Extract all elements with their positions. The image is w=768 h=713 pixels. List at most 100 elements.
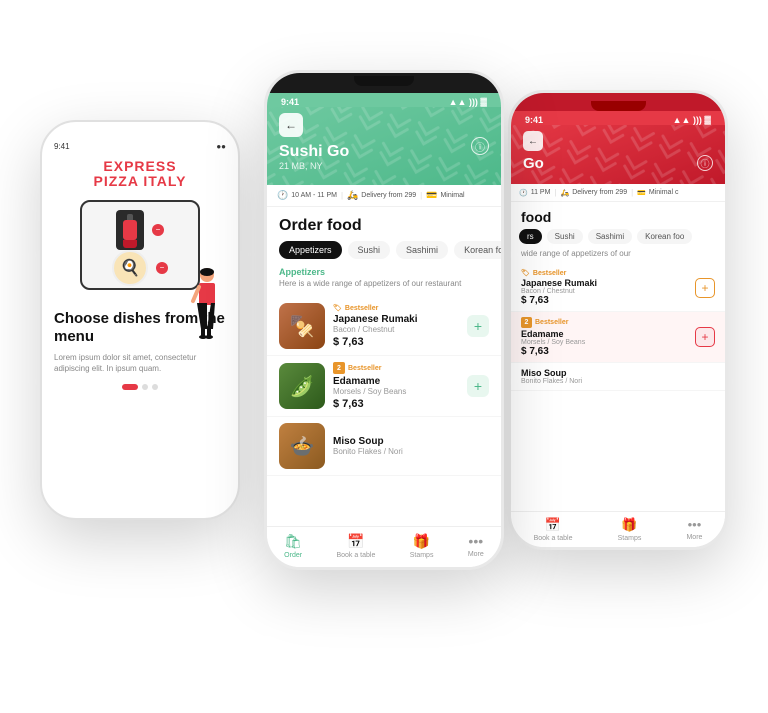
dot-3[interactable] <box>152 384 158 390</box>
nav-stamps-right[interactable]: 🎁 Stamps <box>618 517 642 542</box>
clock-icon-right: 🕐 <box>519 189 528 197</box>
tab-korean[interactable]: Korean fo <box>454 241 501 259</box>
delivery-text: Delivery from 299 <box>361 192 416 199</box>
phone-right: 9:41 ▲▲ ))) ▓ ← Go ⓘ <box>508 90 728 550</box>
tab-appetizers-right[interactable]: rs <box>519 229 542 244</box>
info-icon-center[interactable]: ⓘ <box>471 137 489 155</box>
scene: 9:41 ●● EXPRESS PIZZA ITALY 🍳 <box>0 0 768 713</box>
order-icon: 🛍 <box>284 533 302 550</box>
status-icons: ▲▲ ))) ▓ <box>449 97 487 107</box>
food-name-2: Edamame <box>333 376 459 387</box>
time-center: 9:41 <box>281 97 299 107</box>
add-button-2[interactable]: + <box>467 375 489 397</box>
payment-icon-right: 💳 <box>637 189 646 197</box>
hours-text-right: 11 PM <box>531 189 551 196</box>
hours-text: 10 AM - 11 PM <box>291 192 337 199</box>
food-item-1: 🍢 🏷 Bestseller Japanese Rumaki Bacon / C… <box>267 297 501 356</box>
woman-figure <box>185 267 223 344</box>
status-icons-right: ▲▲ ))) ▓ <box>673 115 711 125</box>
dot-2[interactable] <box>142 384 148 390</box>
content-right: food rs Sushi Sashimi Korean foo wide ra… <box>511 202 725 511</box>
minus-dot-1[interactable] <box>152 224 164 236</box>
minus-dot-2[interactable] <box>156 262 168 274</box>
tab-sushi[interactable]: Sushi <box>348 241 391 259</box>
restaurant-header: ← Sushi Go 21 MB, NY ⓘ <box>267 107 501 185</box>
back-button-right[interactable]: ← <box>523 131 543 151</box>
nav-stamps[interactable]: 🎁 Stamps <box>410 533 434 559</box>
tab-appetizers[interactable]: Appetizers <box>279 241 342 259</box>
nav-book-table[interactable]: 📅 Book a table <box>336 533 375 559</box>
restaurant-header-right: ← Go ⓘ <box>511 125 725 184</box>
category-label: Appetizers <box>267 267 501 279</box>
info-bar-center: 🕐 10 AM - 11 PM | 🛵 Delivery from 299 | … <box>267 185 501 207</box>
status-bar-left: 9:41 ●● <box>54 142 226 151</box>
food-sub-right-3: Bonito Flakes / Nori <box>521 378 715 385</box>
stamps-icon: 🎁 <box>413 533 430 550</box>
food-name-right-2: Edamame <box>521 329 689 339</box>
clock-icon: 🕐 <box>277 190 288 201</box>
payment-text-right: Minimal c <box>649 189 679 196</box>
section-title-center: Order food <box>267 207 501 241</box>
food-name-right-1: Japanese Rumaki <box>521 278 689 288</box>
left-subtext: Lorem ipsum dolor sit amet, consectetur … <box>54 352 226 374</box>
add-button-right-1[interactable]: + <box>695 278 715 298</box>
nav-more[interactable]: ••• More <box>468 533 484 559</box>
bottle-icon <box>116 210 144 250</box>
food-item-2: 🫛 2 Bestseller Edamame Morsels / Soy Bea… <box>267 356 501 417</box>
section-title-right: food <box>511 202 725 229</box>
time-left: 9:41 <box>54 142 70 151</box>
status-bar-right: 9:41 ▲▲ ))) ▓ <box>511 111 725 125</box>
payment-text: Minimal <box>440 192 464 199</box>
badge-icon-1: 🏷 <box>333 304 342 312</box>
notch <box>354 76 414 86</box>
category-desc: Here is a wide range of appetizers of ou… <box>267 279 501 297</box>
app-preview: 🍳 <box>80 200 200 290</box>
phone-center: 9:41 ▲▲ ))) ▓ ← Sushi Go <box>264 70 504 570</box>
more-icon: ••• <box>468 533 483 549</box>
tab-sashimi-right[interactable]: Sashimi <box>588 229 632 244</box>
food-sub-2: Morsels / Soy Beans <box>333 387 459 396</box>
tab-sushi-right[interactable]: Sushi <box>547 229 583 244</box>
food-sub-right-1: Bacon / Chestnut <box>521 288 689 295</box>
info-icon-right[interactable]: ⓘ <box>697 155 713 171</box>
food-image-3: 🍲 <box>279 423 325 469</box>
delivery-icon-right: 🛵 <box>561 189 570 197</box>
food-name-3: Miso Soup <box>333 436 489 447</box>
book-table-icon: 📅 <box>347 533 364 550</box>
status-bar-center: 9:41 ▲▲ ))) ▓ <box>267 93 501 107</box>
delivery-text-right: Delivery from 299 <box>572 189 627 196</box>
battery-left: ●● <box>216 142 226 151</box>
badge-num-2: 2 <box>333 362 345 374</box>
restaurant-name-right: Go <box>523 155 713 172</box>
info-bar-right: 🕐 11 PM | 🛵 Delivery from 299 | 💳 Minima… <box>511 184 725 202</box>
food-image-1: 🍢 <box>279 303 325 349</box>
tab-sashimi[interactable]: Sashimi <box>396 241 448 259</box>
notch-bar-right <box>511 93 725 111</box>
bottom-nav-center: 🛍 Order 📅 Book a table 🎁 Stamps ••• More <box>267 526 501 567</box>
food-price-right-2: $ 7,63 <box>521 346 689 357</box>
back-button[interactable]: ← <box>279 113 303 137</box>
food-item-3: 🍲 Miso Soup Bonito Flakes / Nori <box>267 417 501 476</box>
add-button-1[interactable]: + <box>467 315 489 337</box>
content-center: Order food Appetizers Sushi Sashimi Kore… <box>267 207 501 526</box>
nav-order[interactable]: 🛍 Order <box>284 533 302 559</box>
food-item-right-3: Miso Soup Bonito Flakes / Nori <box>511 363 725 391</box>
bestseller-badge-1: 🏷 Bestseller <box>333 304 459 312</box>
tab-korean-right[interactable]: Korean foo <box>637 229 692 244</box>
add-button-right-2[interactable]: + <box>695 327 715 347</box>
food-image-2: 🫛 <box>279 363 325 409</box>
stamps-icon-right: 🎁 <box>621 517 637 533</box>
food-sub-3: Bonito Flakes / Nori <box>333 447 489 456</box>
tabs-right: rs Sushi Sashimi Korean foo <box>511 229 725 249</box>
food-price-1: $ 7,63 <box>333 336 459 348</box>
category-tabs: Appetizers Sushi Sashimi Korean fo <box>267 241 501 267</box>
restaurant-address: 21 MB, NY <box>279 161 489 171</box>
time-right: 9:41 <box>525 115 543 125</box>
logo: EXPRESS PIZZA ITALY <box>94 159 187 190</box>
dot-1[interactable] <box>122 384 138 390</box>
pagination-dots <box>122 384 158 390</box>
phone-left: 9:41 ●● EXPRESS PIZZA ITALY 🍳 <box>40 120 240 520</box>
nav-more-right[interactable]: ••• More <box>686 517 702 542</box>
payment-icon: 💳 <box>426 190 437 201</box>
nav-book-table-right[interactable]: 📅 Book a table <box>534 517 573 542</box>
